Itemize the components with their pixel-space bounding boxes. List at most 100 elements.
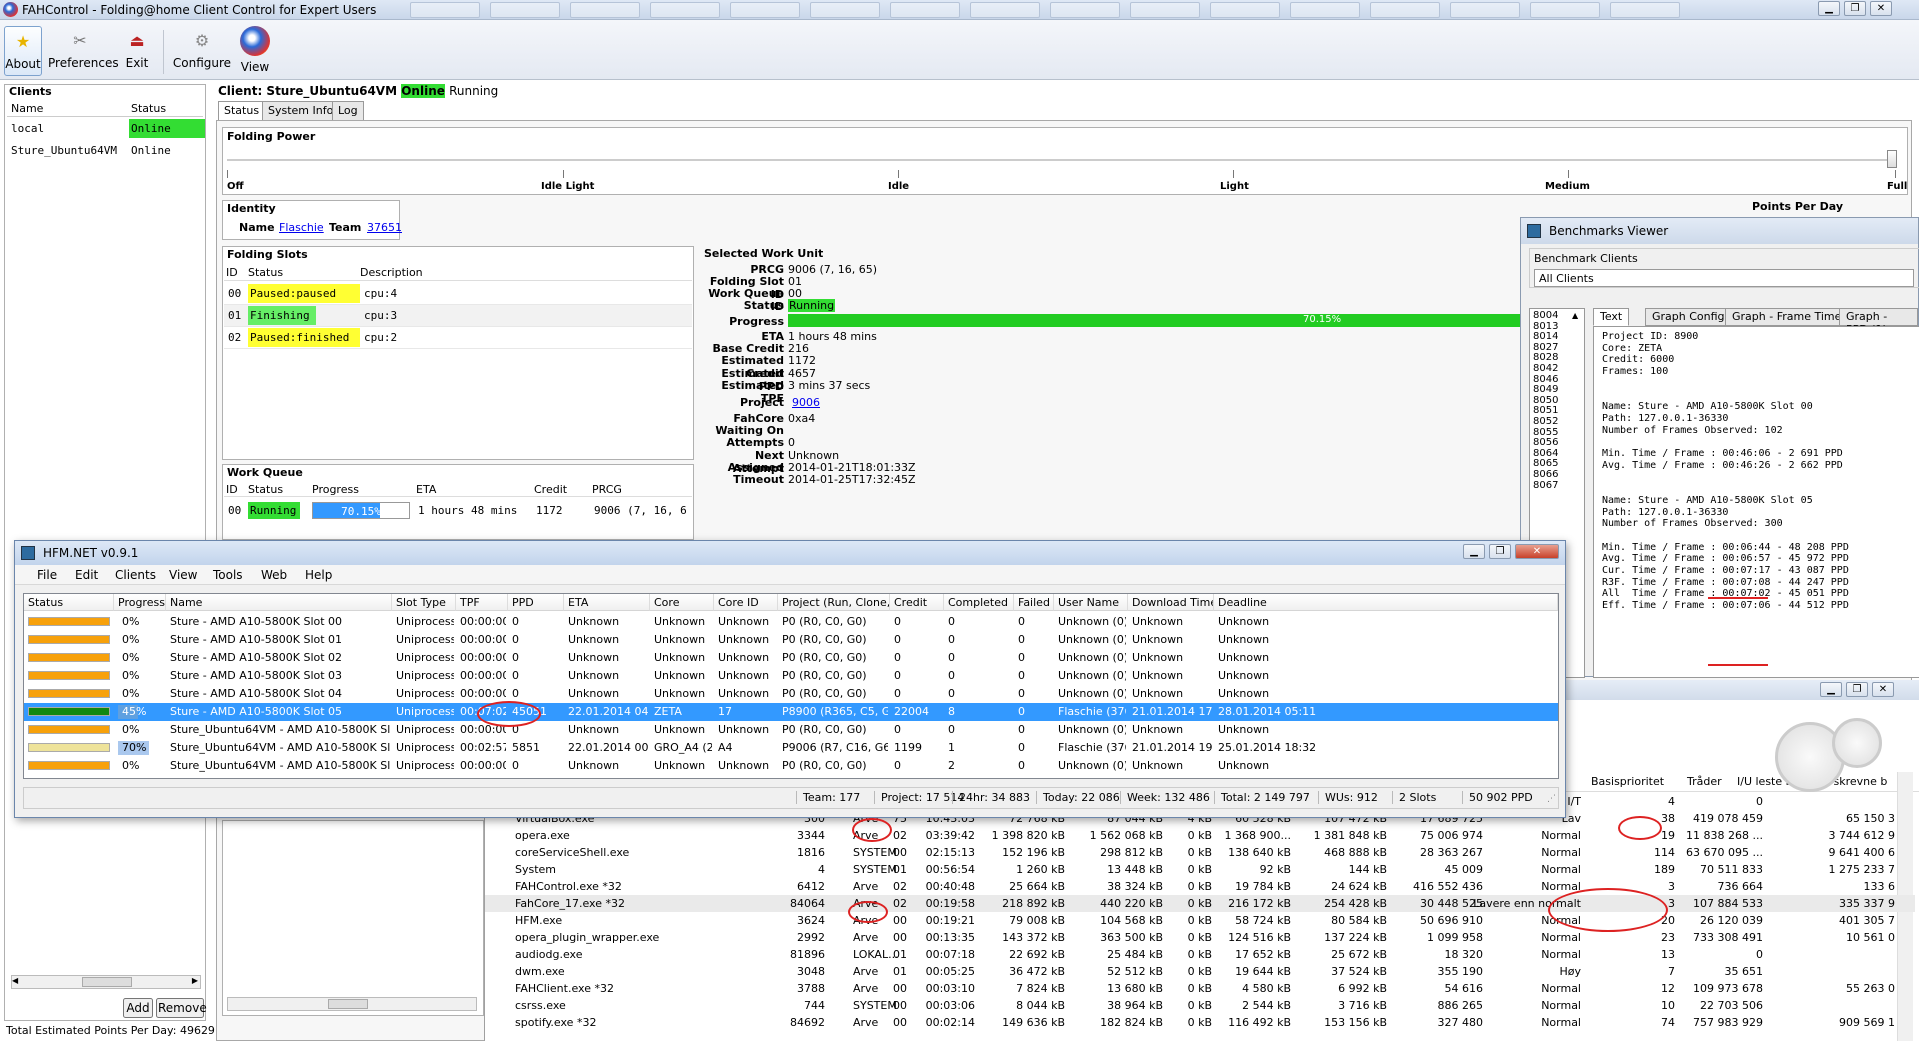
view-button[interactable]: View (238, 26, 272, 76)
hfm-close-button[interactable]: ✕ (1515, 544, 1559, 559)
hfm-col-progress[interactable]: Progress (114, 594, 166, 611)
hfm-maximize-button[interactable]: ❐ (1489, 544, 1511, 559)
hfm-col-project-run-clone-gen-[interactable]: Project (Run, Clone, Gen) (778, 594, 890, 611)
resize-grip-icon[interactable]: ⋰ (1547, 794, 1556, 804)
folding-power-slider-thumb[interactable] (1887, 150, 1897, 168)
bench-tab-text[interactable]: Text (1593, 308, 1630, 326)
client-row-sture[interactable]: Sture_Ubuntu64VM Online (7, 141, 203, 161)
remove-client-button[interactable]: Remove (156, 998, 207, 1018)
hfm-row[interactable]: 0% Sture_Ubuntu64VM - AMD A10-5800K Slot … (24, 721, 1558, 739)
hfm-row[interactable]: 0% Sture - AMD A10-5800K Slot 01 Uniproces… (24, 631, 1558, 649)
process-row[interactable]: FAHClient.exe *32 3788 Arve 00 00:03:10 7 824… (485, 980, 1915, 997)
process-row[interactable]: HFM.exe 3624 Arve 00 00:19:21 79 008 kB 104 56… (485, 912, 1915, 929)
menu-web[interactable]: Web (261, 568, 287, 582)
process-row[interactable]: csrss.exe 744 SYSTEM 00 00:03:06 8 044 kB 38 9… (485, 997, 1915, 1014)
hfm-col-deadline[interactable]: Deadline (1214, 594, 1558, 611)
bench-project-item[interactable]: 8051 (1533, 405, 1558, 416)
process-row[interactable]: spotify.exe *32 84692 Arve 00 00:02:14 149 63… (485, 1014, 1915, 1031)
hfm-row[interactable]: 0% Sture - AMD A10-5800K Slot 04 Uniproces… (24, 685, 1558, 703)
menu-file[interactable]: File (37, 568, 57, 582)
menu-view[interactable]: View (169, 568, 197, 582)
hfm-col-download-time[interactable]: Download Time (1128, 594, 1214, 611)
bench-project-item[interactable]: 8065 (1533, 458, 1558, 469)
hfm-col-credit[interactable]: Credit (890, 594, 944, 611)
process-row[interactable]: FahCore_17.exe *32 84064 Arve 02 00:19:58 218… (485, 895, 1915, 912)
hfm-col-ppd[interactable]: PPD (508, 594, 564, 611)
bench-project-item[interactable]: 8067 (1533, 480, 1558, 491)
bench-project-item[interactable]: 8055 (1533, 427, 1558, 438)
add-client-button[interactable]: Add (123, 998, 153, 1018)
hfm-minimize-button[interactable]: ▁ (1463, 544, 1485, 559)
menu-help[interactable]: Help (305, 568, 332, 582)
hfm-col-name[interactable]: Name (166, 594, 392, 611)
hscrollbar[interactable] (227, 997, 477, 1011)
scroll-up-icon[interactable]: ▲ (1572, 311, 1578, 320)
process-row[interactable]: coreServiceShell.exe 1816 SYSTEM 00 02:15:13… (485, 844, 1915, 861)
bench-project-item[interactable]: 8028 (1533, 352, 1558, 363)
hfm-row[interactable]: 70% Sture_Ubuntu64VM - AMD A10-5800K Slot… (24, 739, 1558, 757)
hfm-col-failed[interactable]: Failed (1014, 594, 1054, 611)
hfm-col-status[interactable]: Status (24, 594, 114, 611)
process-row[interactable]: opera_plugin_wrapper.exe 2992 Arve 00 00:13:… (485, 929, 1915, 946)
bench-project-item[interactable]: 8052 (1533, 416, 1558, 427)
bench-project-item[interactable]: 8050 (1533, 395, 1558, 406)
hfm-row[interactable]: 0% Sture - AMD A10-5800K Slot 02 Uniproces… (24, 649, 1558, 667)
hfm-col-tpf[interactable]: TPF (456, 594, 508, 611)
slot-row[interactable]: 00 Paused:paused cpu:4 (224, 283, 692, 305)
menu-edit[interactable]: Edit (75, 568, 98, 582)
bench-project-item[interactable]: 8046 (1533, 374, 1558, 385)
bench-project-item[interactable]: 8066 (1533, 469, 1558, 480)
bench-project-item[interactable]: 8014 (1533, 331, 1558, 342)
hfm-col-eta[interactable]: ETA (564, 594, 650, 611)
bench-project-item[interactable]: 8042 (1533, 363, 1558, 374)
tab-status[interactable]: Status (218, 101, 266, 121)
bench-project-item[interactable]: 8064 (1533, 448, 1558, 459)
hfm-col-user-name[interactable]: User Name (1054, 594, 1128, 611)
hfm-col-completed[interactable]: Completed (944, 594, 1014, 611)
exit-button[interactable]: ⏏ Exit (122, 26, 152, 76)
minimize-button[interactable]: ▁ (1818, 1, 1840, 16)
menu-clients[interactable]: Clients (115, 568, 156, 582)
tab-system-info[interactable]: System Info (262, 101, 340, 121)
hfm-row[interactable]: 0% Sture - AMD A10-5800K Slot 03 Uniproces… (24, 667, 1558, 685)
hfm-row[interactable]: 45% Sture - AMD A10-5800K Slot 05 Uniproce… (24, 703, 1558, 721)
process-row[interactable]: opera.exe 3344 Arve 02 03:39:42 1 398 820 kB 1… (485, 827, 1915, 844)
folding-power-slider-track[interactable] (227, 159, 1897, 161)
scroll-thumb[interactable] (82, 977, 132, 987)
bench-tab-graph-config[interactable]: Graph Config (1645, 308, 1732, 326)
col-threads[interactable]: Tråder (1687, 775, 1722, 788)
maximize-button[interactable]: ❐ (1844, 1, 1866, 16)
client-row-local[interactable]: local Online (7, 119, 205, 139)
bench-tab-ppd[interactable]: Graph - PPD (1) (1839, 308, 1918, 336)
hfm-row[interactable]: 0% Sture_Ubuntu64VM - AMD A10-5800K Slot … (24, 757, 1558, 775)
slot-row[interactable]: 01 Finishing cpu:3 (224, 305, 692, 327)
configure-button[interactable]: ⚙ Configure (172, 26, 232, 76)
user-name-link[interactable]: Flaschie (279, 221, 324, 234)
bench-project-item[interactable]: 8049 (1533, 384, 1558, 395)
scroll-thumb[interactable] (328, 999, 368, 1009)
process-row[interactable]: FAHControl.exe *32 6412 Arve 02 00:40:48 25 6… (485, 878, 1915, 895)
bench-project-item[interactable]: 8013 (1533, 321, 1558, 332)
slot-row[interactable]: 02 Paused:finished cpu:2 (224, 327, 692, 349)
tab-log[interactable]: Log (332, 101, 364, 121)
process-row[interactable]: dwm.exe 3048 Arve 01 00:05:25 36 472 kB 52 512… (485, 963, 1915, 980)
maximize-button[interactable]: ❐ (1846, 682, 1868, 697)
preferences-button[interactable]: ✂ Preferences (48, 26, 119, 76)
col-priority[interactable]: Basisprioritet (1591, 775, 1664, 788)
hfm-col-core[interactable]: Core (650, 594, 714, 611)
menu-tools[interactable]: Tools (213, 568, 243, 582)
bench-project-item[interactable]: 8027 (1533, 342, 1558, 353)
hfm-row[interactable]: 0% Sture - AMD A10-5800K Slot 00 Uniproces… (24, 613, 1558, 631)
process-row[interactable]: System 4 SYSTEM 01 00:56:54 1 260 kB 13 448 kB… (485, 861, 1915, 878)
wu-project-link[interactable]: 9006 (792, 396, 820, 409)
hfm-col-core-id[interactable]: Core ID (714, 594, 778, 611)
about-button[interactable]: ★ About (4, 26, 42, 76)
bench-project-item[interactable]: 8056 (1533, 437, 1558, 448)
bench-project-item[interactable]: 8004 (1533, 310, 1558, 321)
hfm-col-slot-type[interactable]: Slot Type (392, 594, 456, 611)
minimize-button[interactable]: ▁ (1820, 682, 1842, 697)
close-button[interactable]: ✕ (1870, 1, 1892, 16)
team-link[interactable]: 37651 (367, 221, 402, 234)
clients-hscrollbar[interactable]: ◀ ▶ (11, 975, 201, 989)
queue-row[interactable]: 00 Running 70.15% 1 hours 48 mins 1172 9… (224, 501, 692, 521)
